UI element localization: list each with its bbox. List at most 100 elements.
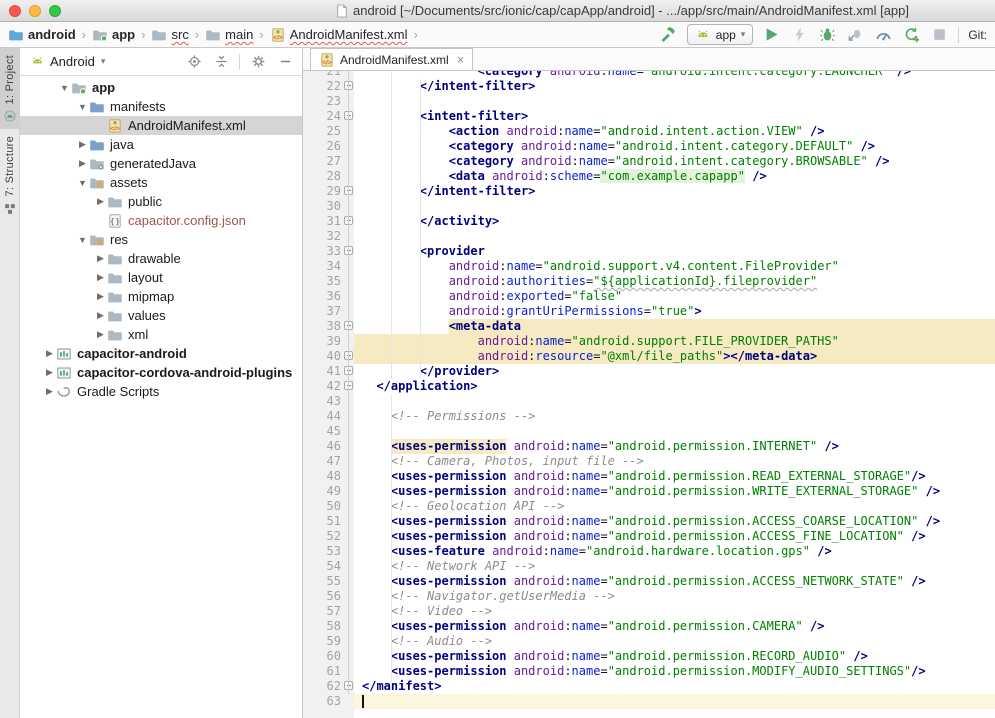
collapse-all-button[interactable] [212, 53, 230, 71]
tree-item-app[interactable]: ▼app [20, 78, 302, 97]
code-line-44[interactable]: <!-- Permissions --> [354, 409, 995, 424]
code-line-48[interactable]: <uses-permission android:name="android.p… [354, 469, 995, 484]
code-line-52[interactable]: <uses-permission android:name="android.p… [354, 529, 995, 544]
code-line-46[interactable]: <uses-permission android:name="android.p… [354, 439, 995, 454]
chevron-right-icon[interactable]: ▶ [94, 196, 107, 207]
code-line-25[interactable]: <action android:name="android.intent.act… [354, 124, 995, 139]
chevron-right-icon[interactable]: ▶ [43, 348, 56, 359]
code-line-55[interactable]: <uses-permission android:name="android.p… [354, 574, 995, 589]
code-line-36[interactable]: android:exported="false" [354, 289, 995, 304]
tree-item-xml[interactable]: ▶xml [20, 325, 302, 344]
attach-debugger-button[interactable] [846, 25, 865, 44]
code-editor[interactable]: <category android:name="android.intent.c… [354, 71, 995, 718]
code-line-30[interactable] [354, 199, 995, 214]
hide-panel-button[interactable] [276, 53, 294, 71]
tree-item-res[interactable]: ▼res [20, 230, 302, 249]
project-view-selector[interactable]: Android [50, 54, 95, 69]
code-line-49[interactable]: <uses-permission android:name="android.p… [354, 484, 995, 499]
code-line-50[interactable]: <!-- Geolocation API --> [354, 499, 995, 514]
chevron-down-icon[interactable]: ▼ [76, 235, 89, 245]
chevron-right-icon[interactable]: ▶ [94, 272, 107, 283]
chevron-down-icon[interactable]: ▼ [76, 102, 89, 112]
tree-item-capacitor-cordova-android-plugins[interactable]: ▶capacitor-cordova-android-plugins [20, 363, 302, 382]
code-line-34[interactable]: android:name="android.support.v4.content… [354, 259, 995, 274]
breadcrumb-androidmanifest-xml[interactable]: </>AndroidManifest.xml [270, 27, 408, 43]
editor-tab-androidmanifest[interactable]: </> AndroidManifest.xml × [310, 48, 473, 70]
code-line-35[interactable]: android:authorities="${applicationId}.fi… [354, 274, 995, 289]
breadcrumb-main[interactable]: main [205, 27, 253, 43]
breadcrumb-android[interactable]: android [8, 27, 76, 43]
tree-item-manifests[interactable]: ▼manifests [20, 97, 302, 116]
code-line-41[interactable]: </provider> [354, 364, 995, 379]
tree-item-public[interactable]: ▶public [20, 192, 302, 211]
chevron-right-icon[interactable]: ▶ [76, 158, 89, 169]
code-line-57[interactable]: <!-- Video --> [354, 604, 995, 619]
code-line-58[interactable]: <uses-permission android:name="android.p… [354, 619, 995, 634]
code-line-60[interactable]: <uses-permission android:name="android.p… [354, 649, 995, 664]
code-line-22[interactable]: </intent-filter> [354, 79, 995, 94]
tree-item-capacitor-android[interactable]: ▶capacitor-android [20, 344, 302, 363]
git-branch-label[interactable]: Git: [968, 28, 987, 42]
chevron-right-icon[interactable]: ▶ [76, 139, 89, 150]
code-line-62[interactable]: </manifest> [354, 679, 995, 694]
code-line-40[interactable]: android:resource="@xml/file_paths"></met… [354, 349, 995, 364]
close-icon[interactable]: × [457, 53, 465, 66]
breadcrumb-app[interactable]: app [92, 27, 135, 43]
code-line-28[interactable]: <data android:scheme="com.example.capapp… [354, 169, 995, 184]
apply-changes-button[interactable] [902, 25, 921, 44]
code-line-63[interactable] [354, 694, 995, 709]
code-line-51[interactable]: <uses-permission android:name="android.p… [354, 514, 995, 529]
chevron-right-icon[interactable]: ▶ [94, 329, 107, 340]
code-line-42[interactable]: </application> [354, 379, 995, 394]
run-button[interactable] [762, 25, 781, 44]
code-line-31[interactable]: </activity> [354, 214, 995, 229]
code-line-24[interactable]: <intent-filter> [354, 109, 995, 124]
chevron-right-icon[interactable]: ▶ [94, 291, 107, 302]
code-line-47[interactable]: <!-- Camera, Photos, input file --> [354, 454, 995, 469]
chevron-down-icon[interactable]: ▼ [76, 178, 89, 188]
code-line-27[interactable]: <category android:name="android.intent.c… [354, 154, 995, 169]
minimize-window-button[interactable] [29, 5, 41, 17]
chevron-right-icon[interactable]: ▶ [43, 367, 56, 378]
tree-item-layout[interactable]: ▶layout [20, 268, 302, 287]
tree-item-java[interactable]: ▶java [20, 135, 302, 154]
close-window-button[interactable] [9, 5, 21, 17]
chevron-right-icon[interactable]: ▶ [94, 253, 107, 264]
chevron-right-icon[interactable]: ▶ [94, 310, 107, 321]
code-line-23[interactable] [354, 94, 995, 109]
breadcrumb-src[interactable]: src [151, 27, 188, 43]
tree-item-gradle-scripts[interactable]: ▶Gradle Scripts [20, 382, 302, 401]
zoom-window-button[interactable] [49, 5, 61, 17]
code-line-56[interactable]: <!-- Navigator.getUserMedia --> [354, 589, 995, 604]
tool-window-button-7-structure[interactable]: 7: Structure [0, 129, 20, 221]
tree-item-mipmap[interactable]: ▶mipmap [20, 287, 302, 306]
tree-item-capacitor-config-json[interactable]: { }capacitor.config.json [20, 211, 302, 230]
tool-window-button-1-project[interactable]: 1: Project [0, 48, 20, 129]
code-line-54[interactable]: <!-- Network API --> [354, 559, 995, 574]
code-line-33[interactable]: <provider [354, 244, 995, 259]
code-line-37[interactable]: android:grantUriPermissions="true"> [354, 304, 995, 319]
debug-button[interactable] [818, 25, 837, 44]
tree-item-generatedjava[interactable]: ▶generatedJava [20, 154, 302, 173]
code-line-43[interactable] [354, 394, 995, 409]
editor-gutter[interactable]: 2122232425262728293031323334353637383940… [303, 71, 354, 718]
code-line-21[interactable]: <category android:name="android.intent.c… [354, 71, 995, 79]
locate-button[interactable] [185, 53, 203, 71]
code-line-32[interactable] [354, 229, 995, 244]
code-line-59[interactable]: <!-- Audio --> [354, 634, 995, 649]
settings-button[interactable] [249, 53, 267, 71]
tree-item-values[interactable]: ▶values [20, 306, 302, 325]
tree-item-assets[interactable]: ▼assets [20, 173, 302, 192]
code-line-29[interactable]: </intent-filter> [354, 184, 995, 199]
tree-item-drawable[interactable]: ▶drawable [20, 249, 302, 268]
code-line-53[interactable]: <uses-feature android:name="android.hard… [354, 544, 995, 559]
code-line-61[interactable]: <uses-permission android:name="android.p… [354, 664, 995, 679]
profiler-button[interactable] [874, 25, 893, 44]
code-line-26[interactable]: <category android:name="android.intent.c… [354, 139, 995, 154]
code-line-45[interactable] [354, 424, 995, 439]
code-line-39[interactable]: android:name="android.support.FILE_PROVI… [354, 334, 995, 349]
run-configuration-selector[interactable]: app▾ [687, 24, 754, 45]
build-button[interactable] [659, 25, 678, 44]
chevron-down-icon[interactable]: ▼ [58, 83, 71, 93]
tree-item-androidmanifest-xml[interactable]: </>AndroidManifest.xml [20, 116, 302, 135]
